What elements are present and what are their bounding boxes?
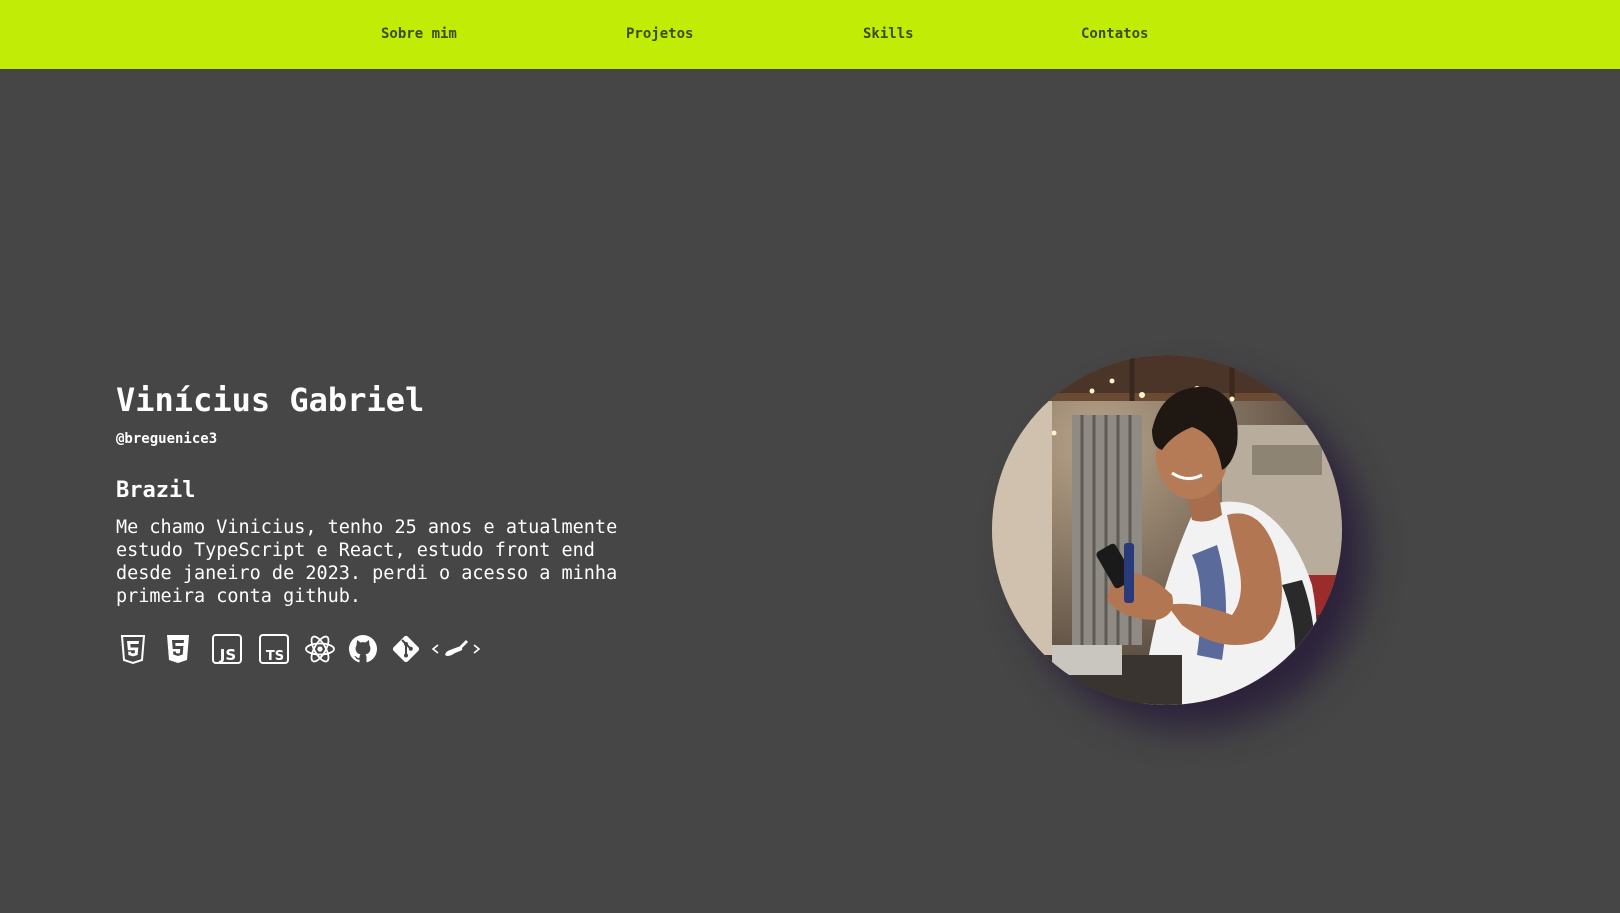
github-icon bbox=[346, 632, 380, 666]
profile-photo bbox=[992, 355, 1342, 705]
profile-bio: Me chamo Vinicius, tenho 25 anos e atual… bbox=[116, 517, 618, 607]
top-navbar: Sobre mim Projetos Skills Contatos bbox=[0, 0, 1620, 69]
nav-link-sobre-mim[interactable]: Sobre mim bbox=[381, 26, 457, 42]
svg-text:JS: JS bbox=[219, 646, 236, 664]
profile-handle: @breguenice3 bbox=[116, 431, 218, 447]
svg-text:TS: TS bbox=[266, 649, 284, 664]
styled-components-icon bbox=[431, 632, 481, 666]
nav-link-projetos[interactable]: Projetos bbox=[626, 26, 693, 42]
react-icon bbox=[303, 632, 337, 666]
profile-name: Vinícius Gabriel bbox=[116, 381, 425, 419]
git-icon bbox=[389, 632, 423, 666]
nav-link-skills[interactable]: Skills bbox=[863, 26, 914, 42]
css3-icon bbox=[161, 632, 195, 666]
html5-icon bbox=[116, 632, 150, 666]
profile-country: Brazil bbox=[116, 478, 196, 503]
nav-link-contatos[interactable]: Contatos bbox=[1081, 26, 1148, 42]
typescript-icon: TS bbox=[257, 632, 291, 666]
javascript-icon: JS bbox=[210, 632, 244, 666]
